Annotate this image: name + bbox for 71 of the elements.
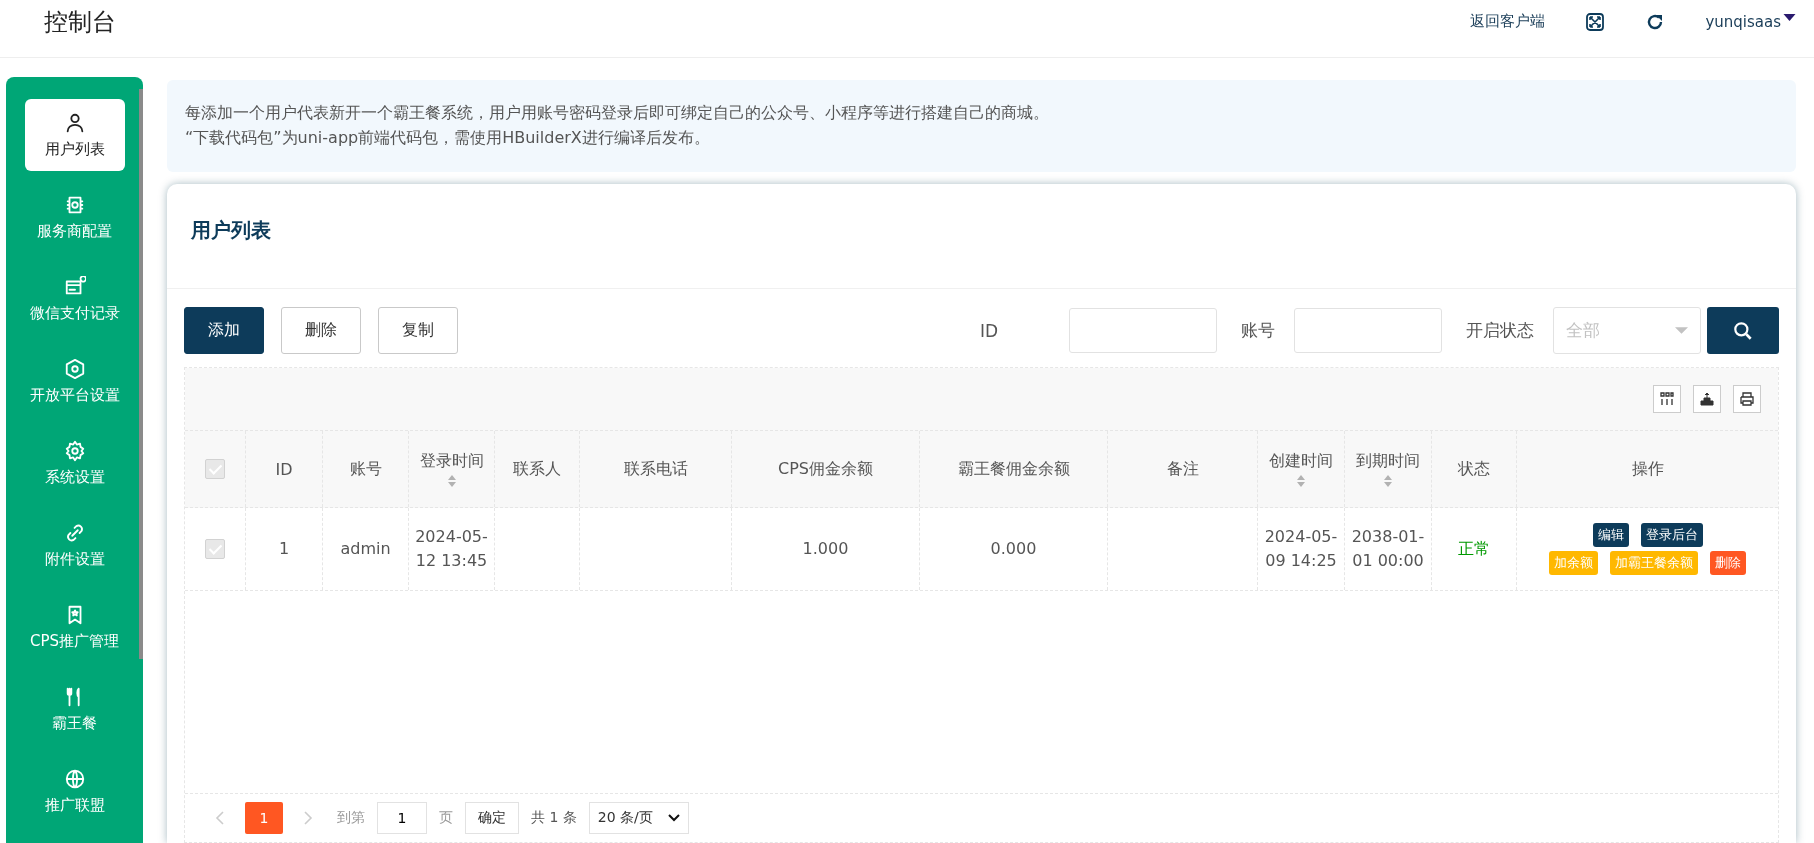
total-count: 共 1 条 <box>531 809 577 827</box>
fullscreen-icon[interactable] <box>1585 11 1606 32</box>
user-menu[interactable]: yunqisaas <box>1705 12 1796 31</box>
column-header: 联系人 <box>513 458 561 480</box>
card-title: 用户列表 <box>167 184 1796 289</box>
app-title: 控制台 <box>44 6 116 38</box>
page-unit: 页 <box>439 809 453 827</box>
confirm-button[interactable]: 确定 <box>465 802 519 834</box>
input-field[interactable] <box>1069 308 1217 353</box>
sidebar-item[interactable]: 微信支付记录 <box>24 263 125 335</box>
notice-text: 每添加一个用户代表新开一个霸王餐系统，用户用账号密码登录后即可绑定自己的公众号、小程序等进行搭建自己的商城。 <box>185 102 1050 124</box>
table-cell-text: 2038-01-01 00:00 <box>1350 526 1426 572</box>
search-button[interactable] <box>1707 307 1779 354</box>
table-cell-text: 2024-05-12 13:45 <box>414 526 489 572</box>
filter-label: 开启状态 <box>1466 319 1534 342</box>
settings-icon <box>63 439 86 462</box>
column-header: 霸王餐佣金余额 <box>957 458 1070 480</box>
status-select[interactable]: 全部 <box>1553 307 1701 354</box>
search-icon <box>1732 319 1754 342</box>
sort-icon[interactable] <box>446 473 457 488</box>
next-page-icon[interactable] <box>303 810 313 826</box>
page-number[interactable]: 1 <box>245 802 283 834</box>
sidebar-item[interactable]: 用户列表 <box>24 99 125 171</box>
hexagon-icon <box>63 357 86 380</box>
column-header: 操作 <box>1631 458 1664 480</box>
columns-icon <box>1659 391 1675 407</box>
table-cell-text: 1 <box>278 538 290 560</box>
column-header: 状态 <box>1458 458 1490 480</box>
sidebar-item[interactable]: 系统设置 <box>24 427 125 499</box>
sidebar-item[interactable]: 开放平台设置 <box>24 345 125 417</box>
back-to-client-link[interactable]: 返回客户端 <box>1470 12 1546 31</box>
action-button[interactable]: 删除 <box>281 307 361 354</box>
sidebar-item[interactable]: 推广联盟 <box>24 755 125 827</box>
export-button[interactable] <box>1693 385 1721 413</box>
print-icon <box>1739 391 1755 407</box>
sidebar-item[interactable]: 附件设置 <box>24 509 125 581</box>
column-header: 创建时间 <box>1269 450 1333 472</box>
column-header: ID <box>275 459 293 479</box>
table-cell-text: 1.000 <box>802 538 849 560</box>
add-button[interactable]: 添加 <box>184 307 264 354</box>
sidebar-item[interactable]: CPS推广管理 <box>24 591 125 663</box>
page-input[interactable]: 1 <box>377 802 427 834</box>
sort-icon[interactable] <box>1383 473 1393 488</box>
goto-label: 到第 <box>337 809 365 827</box>
columns-button[interactable] <box>1653 385 1681 413</box>
column-header: 备注 <box>1166 458 1199 480</box>
column-header: 到期时间 <box>1356 450 1420 472</box>
caret-icon <box>1783 13 1796 22</box>
sidebar-item[interactable]: 服务商配置 <box>24 181 125 253</box>
sort-icon[interactable] <box>1296 473 1306 488</box>
notice-text: “下载代码包”为uni-app前端代码包，需使用HBuilderX进行编译后发布。 <box>185 127 711 149</box>
status-text: 正常 <box>1458 538 1490 560</box>
table-cell-text: admin <box>340 538 391 560</box>
column-header: CPS佣金余额 <box>778 458 873 480</box>
sidebar-item[interactable]: 霸王餐 <box>24 673 125 745</box>
input-field[interactable] <box>1294 308 1442 353</box>
globe-icon <box>63 767 86 790</box>
action-button[interactable]: 复制 <box>378 307 458 354</box>
table-cell-text: 2024-05-09 14:25 <box>1263 526 1339 572</box>
caret-icon <box>1675 326 1688 335</box>
chevron-icon <box>667 814 680 822</box>
filter-label: 账号 <box>1241 319 1275 342</box>
filter-label: ID <box>979 320 998 341</box>
export-icon <box>1699 391 1715 407</box>
column-header: 账号 <box>349 458 382 480</box>
previous-page-icon[interactable] <box>215 810 225 826</box>
column-header: 登录时间 <box>419 450 484 472</box>
page-size-select[interactable]: 20 条/页 <box>588 802 689 834</box>
column-header: 联系电话 <box>623 458 688 480</box>
print-button[interactable] <box>1733 385 1761 413</box>
table-cell-text: 0.000 <box>990 538 1037 560</box>
